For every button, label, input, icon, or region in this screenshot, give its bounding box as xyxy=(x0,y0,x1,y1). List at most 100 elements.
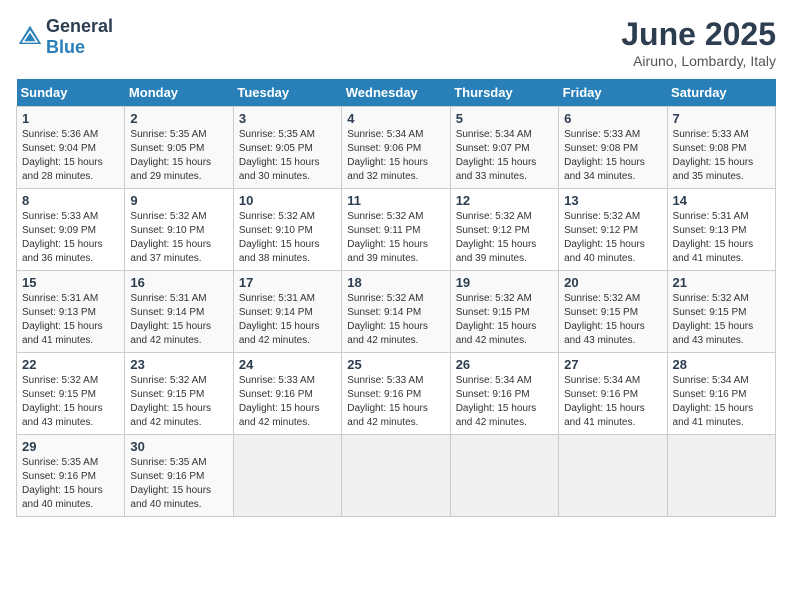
calendar-table: SundayMondayTuesdayWednesdayThursdayFrid… xyxy=(16,79,776,517)
calendar-cell: 18 Sunrise: 5:32 AM Sunset: 9:14 PM Dayli… xyxy=(342,271,450,353)
day-number: 3 xyxy=(239,111,336,126)
day-info: Sunrise: 5:34 AM Sunset: 9:06 PM Dayligh… xyxy=(347,128,444,184)
calendar-cell: 12Sunrise: 5:32 AM Sunset: 9:12 PM Dayli… xyxy=(450,189,558,271)
calendar-header-row: SundayMondayTuesdayWednesdayThursdayFrid… xyxy=(17,79,776,107)
calendar-cell: 14 Sunrise: 5:31 AM Sunset: 9:13 PM Dayli… xyxy=(667,189,775,271)
calendar-cell: 25Sunrise: 5:33 AM Sunset: 9:16 PM Dayli… xyxy=(342,353,450,435)
day-number: 25 xyxy=(347,357,444,372)
day-number: 2 xyxy=(130,111,227,126)
day-info: Sunrise: 5:32 AM Sunset: 9:15 PM Dayligh… xyxy=(22,374,119,430)
day-number: 7 xyxy=(673,111,770,126)
day-info: Sunrise: 5:32 AM Sunset: 9:15 PM Dayligh… xyxy=(673,292,770,348)
calendar-week-row: 22Sunrise: 5:32 AM Sunset: 9:15 PM Dayli… xyxy=(17,353,776,435)
logo-icon xyxy=(16,23,44,51)
header: General Blue June 2025 Airuno, Lombardy,… xyxy=(16,16,776,69)
logo-general: General xyxy=(46,16,113,36)
header-day-tuesday: Tuesday xyxy=(233,79,341,107)
day-number: 29 xyxy=(22,439,119,454)
calendar-cell: 30 Sunrise: 5:35 AM Sunset: 9:16 PM Dayli… xyxy=(125,435,233,517)
day-info: Sunrise: 5:36 AM Sunset: 9:04 PM Dayligh… xyxy=(22,128,119,184)
day-number: 18 xyxy=(347,275,444,290)
calendar-cell xyxy=(342,435,450,517)
header-day-thursday: Thursday xyxy=(450,79,558,107)
calendar-cell: 4 Sunrise: 5:34 AM Sunset: 9:06 PM Daylig… xyxy=(342,107,450,189)
day-info: Sunrise: 5:34 AM Sunset: 9:16 PM Dayligh… xyxy=(564,374,661,430)
day-number: 13 xyxy=(564,193,661,208)
day-number: 24 xyxy=(239,357,336,372)
day-info: Sunrise: 5:35 AM Sunset: 9:16 PM Dayligh… xyxy=(22,456,119,512)
calendar-cell: 24 Sunrise: 5:33 AM Sunset: 9:16 PM Dayli… xyxy=(233,353,341,435)
calendar-cell: 22Sunrise: 5:32 AM Sunset: 9:15 PM Dayli… xyxy=(17,353,125,435)
day-number: 20 xyxy=(564,275,661,290)
day-info: Sunrise: 5:31 AM Sunset: 9:13 PM Dayligh… xyxy=(22,292,119,348)
day-number: 27 xyxy=(564,357,661,372)
calendar-week-row: 8Sunrise: 5:33 AM Sunset: 9:09 PM Daylig… xyxy=(17,189,776,271)
day-info: Sunrise: 5:32 AM Sunset: 9:14 PM Dayligh… xyxy=(347,292,444,348)
calendar-cell: 19 Sunrise: 5:32 AM Sunset: 9:15 PM Dayli… xyxy=(450,271,558,353)
calendar-cell: 6 Sunrise: 5:33 AM Sunset: 9:08 PM Daylig… xyxy=(559,107,667,189)
header-day-saturday: Saturday xyxy=(667,79,775,107)
header-day-wednesday: Wednesday xyxy=(342,79,450,107)
calendar-cell: 20Sunrise: 5:32 AM Sunset: 9:15 PM Dayli… xyxy=(559,271,667,353)
calendar-cell: 17 Sunrise: 5:31 AM Sunset: 9:14 PM Dayli… xyxy=(233,271,341,353)
day-info: Sunrise: 5:32 AM Sunset: 9:11 PM Dayligh… xyxy=(347,210,444,266)
day-number: 9 xyxy=(130,193,227,208)
day-number: 19 xyxy=(456,275,553,290)
day-number: 30 xyxy=(130,439,227,454)
calendar-cell xyxy=(559,435,667,517)
month-title: June 2025 xyxy=(621,16,776,53)
day-number: 10 xyxy=(239,193,336,208)
day-info: Sunrise: 5:32 AM Sunset: 9:12 PM Dayligh… xyxy=(564,210,661,266)
day-number: 4 xyxy=(347,111,444,126)
day-number: 8 xyxy=(22,193,119,208)
header-day-sunday: Sunday xyxy=(17,79,125,107)
day-number: 14 xyxy=(673,193,770,208)
calendar-week-row: 1 Sunrise: 5:36 AM Sunset: 9:04 PM Daylig… xyxy=(17,107,776,189)
day-info: Sunrise: 5:33 AM Sunset: 9:16 PM Dayligh… xyxy=(239,374,336,430)
title-area: June 2025 Airuno, Lombardy, Italy xyxy=(621,16,776,69)
day-info: Sunrise: 5:33 AM Sunset: 9:08 PM Dayligh… xyxy=(564,128,661,184)
calendar-cell xyxy=(667,435,775,517)
day-info: Sunrise: 5:31 AM Sunset: 9:14 PM Dayligh… xyxy=(130,292,227,348)
calendar-cell: 1 Sunrise: 5:36 AM Sunset: 9:04 PM Daylig… xyxy=(17,107,125,189)
header-day-monday: Monday xyxy=(125,79,233,107)
calendar-cell: 28Sunrise: 5:34 AM Sunset: 9:16 PM Dayli… xyxy=(667,353,775,435)
calendar-cell: 26Sunrise: 5:34 AM Sunset: 9:16 PM Dayli… xyxy=(450,353,558,435)
day-number: 15 xyxy=(22,275,119,290)
day-number: 17 xyxy=(239,275,336,290)
calendar-cell: 23Sunrise: 5:32 AM Sunset: 9:15 PM Dayli… xyxy=(125,353,233,435)
day-info: Sunrise: 5:31 AM Sunset: 9:14 PM Dayligh… xyxy=(239,292,336,348)
calendar-cell: 5 Sunrise: 5:34 AM Sunset: 9:07 PM Daylig… xyxy=(450,107,558,189)
day-number: 6 xyxy=(564,111,661,126)
calendar-cell xyxy=(233,435,341,517)
header-day-friday: Friday xyxy=(559,79,667,107)
calendar-cell: 13 Sunrise: 5:32 AM Sunset: 9:12 PM Dayli… xyxy=(559,189,667,271)
day-number: 11 xyxy=(347,193,444,208)
day-info: Sunrise: 5:34 AM Sunset: 9:07 PM Dayligh… xyxy=(456,128,553,184)
calendar-cell: 29 Sunrise: 5:35 AM Sunset: 9:16 PM Dayli… xyxy=(17,435,125,517)
calendar-cell: 10Sunrise: 5:32 AM Sunset: 9:10 PM Dayli… xyxy=(233,189,341,271)
day-info: Sunrise: 5:33 AM Sunset: 9:08 PM Dayligh… xyxy=(673,128,770,184)
calendar-cell: 3 Sunrise: 5:35 AM Sunset: 9:05 PM Daylig… xyxy=(233,107,341,189)
day-info: Sunrise: 5:32 AM Sunset: 9:12 PM Dayligh… xyxy=(456,210,553,266)
day-number: 16 xyxy=(130,275,227,290)
day-info: Sunrise: 5:32 AM Sunset: 9:15 PM Dayligh… xyxy=(130,374,227,430)
calendar-week-row: 29 Sunrise: 5:35 AM Sunset: 9:16 PM Dayli… xyxy=(17,435,776,517)
calendar-cell: 2Sunrise: 5:35 AM Sunset: 9:05 PM Daylig… xyxy=(125,107,233,189)
day-info: Sunrise: 5:32 AM Sunset: 9:15 PM Dayligh… xyxy=(456,292,553,348)
day-number: 21 xyxy=(673,275,770,290)
calendar-cell: 7 Sunrise: 5:33 AM Sunset: 9:08 PM Daylig… xyxy=(667,107,775,189)
logo: General Blue xyxy=(16,16,113,58)
day-info: Sunrise: 5:35 AM Sunset: 9:16 PM Dayligh… xyxy=(130,456,227,512)
calendar-cell: 15 Sunrise: 5:31 AM Sunset: 9:13 PM Dayli… xyxy=(17,271,125,353)
day-number: 5 xyxy=(456,111,553,126)
day-info: Sunrise: 5:31 AM Sunset: 9:13 PM Dayligh… xyxy=(673,210,770,266)
day-info: Sunrise: 5:35 AM Sunset: 9:05 PM Dayligh… xyxy=(239,128,336,184)
day-info: Sunrise: 5:34 AM Sunset: 9:16 PM Dayligh… xyxy=(673,374,770,430)
day-number: 1 xyxy=(22,111,119,126)
calendar-cell: 9 Sunrise: 5:32 AM Sunset: 9:10 PM Daylig… xyxy=(125,189,233,271)
calendar-cell: 8Sunrise: 5:33 AM Sunset: 9:09 PM Daylig… xyxy=(17,189,125,271)
day-info: Sunrise: 5:32 AM Sunset: 9:10 PM Dayligh… xyxy=(130,210,227,266)
calendar-week-row: 15 Sunrise: 5:31 AM Sunset: 9:13 PM Dayli… xyxy=(17,271,776,353)
calendar-body: 1 Sunrise: 5:36 AM Sunset: 9:04 PM Daylig… xyxy=(17,107,776,517)
